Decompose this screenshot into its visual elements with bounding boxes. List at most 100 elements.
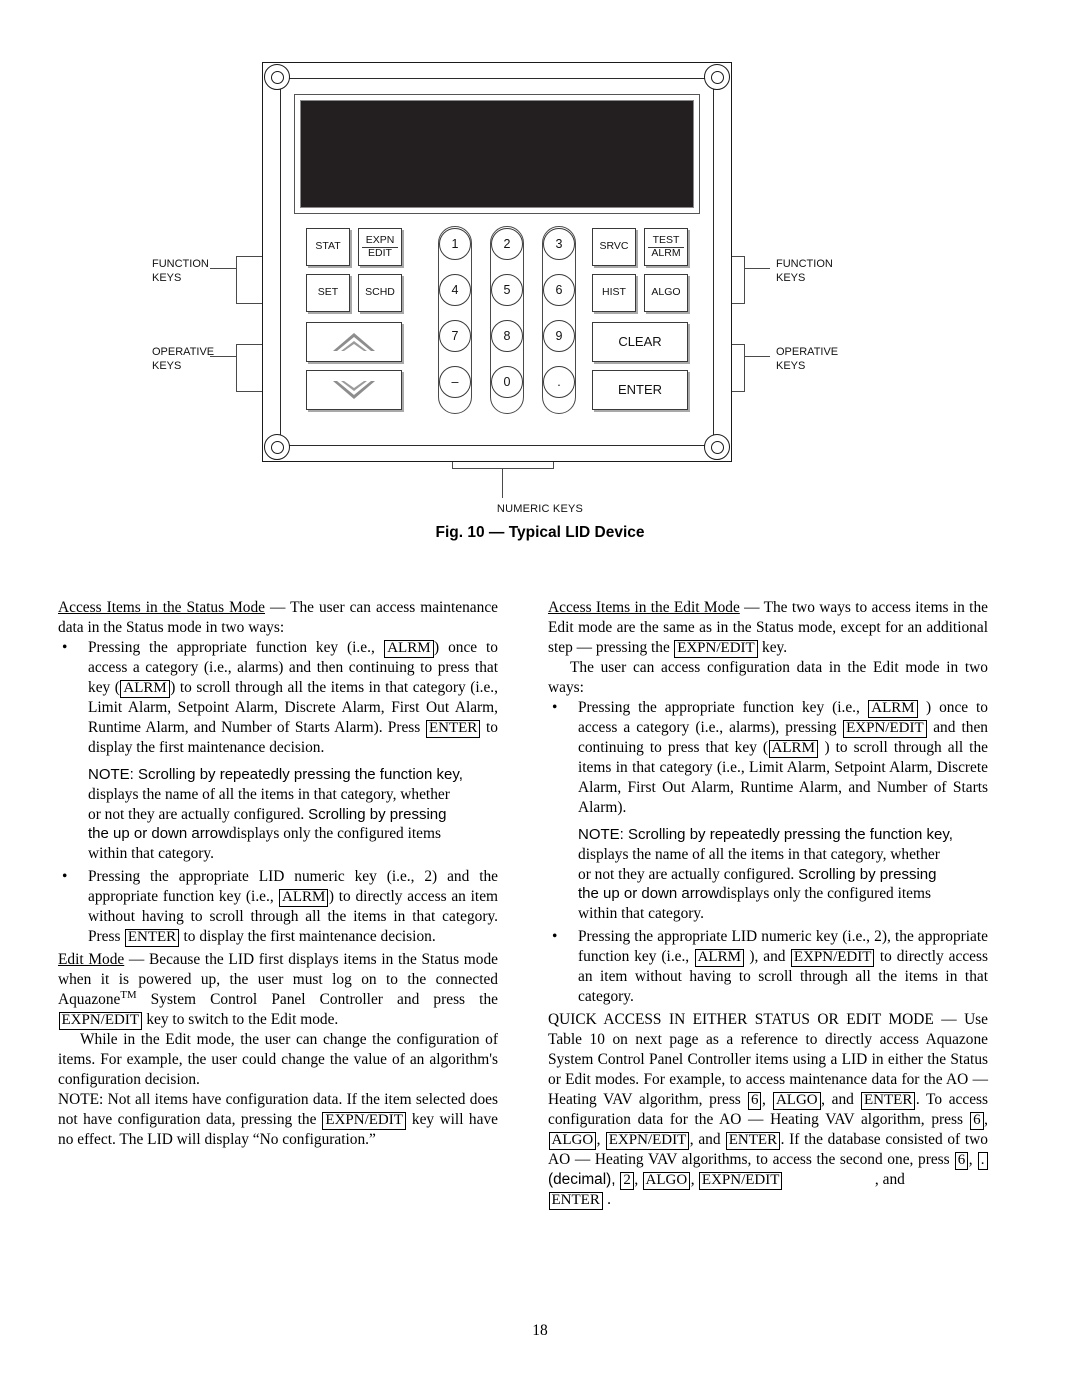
text-run: to display the first maintenance decisio… <box>179 927 436 945</box>
numeric-key-decimal[interactable]: . <box>543 366 575 398</box>
key-enter[interactable]: ENTER <box>592 370 688 410</box>
key-schd[interactable]: SCHD <box>358 274 402 312</box>
leader-line <box>744 344 746 392</box>
keybox-expn-edit[interactable]: EXPN/EDIT <box>674 640 758 658</box>
note-line: or not they are actually configured. <box>578 865 799 883</box>
keybox-expn-edit[interactable]: EXPN/EDIT <box>790 948 875 967</box>
bullet-marker: • <box>552 699 558 717</box>
text-run: , and <box>874 1170 905 1188</box>
numeric-key-6[interactable]: 6 <box>543 274 575 306</box>
keybox-enter[interactable]: ENTER <box>725 1131 781 1150</box>
key-down-arrow[interactable] <box>306 370 402 410</box>
keybox-algo[interactable]: ALGO <box>772 1091 821 1110</box>
note-line: displays only the configured items <box>228 825 441 843</box>
keybox-enter[interactable]: ENTER <box>124 928 180 947</box>
key-stat[interactable]: STAT <box>306 228 350 266</box>
figure-lid-device: FUNCTION KEYS OPERATIVE KEYS FUNCTION KE… <box>0 0 1080 560</box>
callout-function-keys-right: FUNCTION KEYS <box>776 258 833 284</box>
numeric-key-3[interactable]: 3 <box>543 228 575 260</box>
status-bullet-2: • Pressing the appropriate LID numeric k… <box>58 867 498 947</box>
text-run: Pressing the appropriate function key (i… <box>88 639 384 657</box>
note-line: within that category. <box>578 905 704 923</box>
right-column: Access Items in the Edit Mode — The two … <box>548 598 988 1210</box>
numeric-key-7[interactable]: 7 <box>439 320 471 352</box>
keybox-expn-edit[interactable]: EXPN/EDIT <box>322 1111 406 1130</box>
key-clear[interactable]: CLEAR <box>592 322 688 362</box>
keybox-alrm[interactable]: ALRM <box>694 948 744 967</box>
quick-access-paragraph: QUICK ACCESS IN EITHER STATUS OR EDIT MO… <box>548 1010 988 1210</box>
keybox-expn-edit[interactable]: EXPN/EDIT <box>843 720 927 738</box>
numeric-key-0[interactable]: 0 <box>491 366 523 398</box>
text-run: , <box>634 1170 643 1188</box>
status-bullet-1-text: Pressing the appropriate function key (i… <box>88 638 498 758</box>
keybox-alrm[interactable]: ALRM <box>278 888 329 907</box>
keybox-alrm[interactable]: ALRM <box>384 640 434 658</box>
bullet-marker: • <box>62 639 68 657</box>
key-up-arrow[interactable] <box>306 322 402 362</box>
key-alrm-label: ALRM <box>651 246 681 259</box>
keybox-6[interactable]: 6 <box>747 1091 762 1110</box>
keybox-alrm[interactable]: ALRM <box>768 740 818 758</box>
edit-mode-detail: While in the Edit mode, the user can cha… <box>58 1030 498 1088</box>
key-algo[interactable]: ALGO <box>644 274 688 312</box>
text-run: key. <box>758 639 788 657</box>
keybox-expn-edit[interactable]: EXPN/EDIT <box>605 1131 690 1150</box>
numeric-key-minus[interactable]: – <box>439 366 471 398</box>
numeric-key-5[interactable]: 5 <box>491 274 523 306</box>
figure-caption: Fig. 10 — Typical LID Device <box>435 524 645 541</box>
callout-operative-keys-right: OPERATIVE KEYS <box>776 346 839 372</box>
note-line: displays the name of all the items in th… <box>578 845 940 863</box>
keybox-2[interactable]: 2 <box>620 1171 634 1190</box>
numeric-key-8[interactable]: 8 <box>491 320 523 352</box>
edit-mode-note: NOTE: Not all items have configuration d… <box>58 1090 498 1150</box>
leader-line <box>744 256 746 304</box>
keybox-algo[interactable]: ALGO <box>548 1131 597 1150</box>
numeric-key-4[interactable]: 4 <box>439 274 471 306</box>
note-line: displays the name of all the items in th… <box>88 785 450 803</box>
numeric-key-2[interactable]: 2 <box>491 228 523 260</box>
bullet-marker: • <box>552 927 558 945</box>
numeric-key-9[interactable]: 9 <box>543 320 575 352</box>
keybox-expn-edit[interactable]: EXPN/EDIT <box>58 1011 142 1030</box>
note-line: the up or down arrow <box>88 825 229 843</box>
key-hist[interactable]: HIST <box>592 274 636 312</box>
leader-line <box>210 268 236 270</box>
edit-mode-paragraph: Edit Mode — Because the LID first displa… <box>58 950 498 1030</box>
edit-access-paragraph: Access Items in the Edit Mode — The two … <box>548 598 988 658</box>
key-edit-label: EDIT <box>368 246 392 259</box>
leader-line <box>744 268 770 270</box>
trademark-symbol: TM <box>120 988 137 1001</box>
status-note-1: NOTE: Scrolling by repeatedly pressing t… <box>58 765 498 864</box>
keybox-decimal[interactable]: . <box>977 1151 988 1170</box>
key-test-alrm[interactable]: TEST ALRM <box>644 228 688 266</box>
key-srvc[interactable]: SRVC <box>592 228 636 266</box>
key-test-label: TEST <box>647 235 685 248</box>
keybox-enter[interactable]: ENTER <box>548 1191 603 1210</box>
note-line: NOTE: Scrolling by repeatedly pressing t… <box>578 826 953 844</box>
text-run: , and <box>689 1130 726 1148</box>
edit-access-heading: Access Items in the Edit Mode <box>548 599 740 616</box>
keybox-alrm[interactable]: ALRM <box>868 700 918 718</box>
leader-line <box>210 356 236 358</box>
keybox-alrm[interactable]: ALRM <box>120 680 170 698</box>
keybox-enter[interactable]: ENTER <box>425 720 481 738</box>
keybox-algo[interactable]: ALGO <box>642 1171 691 1190</box>
note-line: Scrolling by pressing <box>308 805 447 823</box>
up-arrow-icon <box>333 333 375 351</box>
keybox-expn-edit[interactable]: EXPN/EDIT <box>698 1171 783 1190</box>
numeric-key-1[interactable]: 1 <box>439 228 471 260</box>
keybox-6[interactable]: 6 <box>954 1151 969 1170</box>
key-expn-edit[interactable]: EXPN EDIT <box>358 228 402 266</box>
body-columns: Access Items in the Status Mode — The us… <box>0 598 1080 1288</box>
lcd-display-screen <box>300 100 694 208</box>
status-bullet-1: • Pressing the appropriate function key … <box>58 638 498 758</box>
note-line: or not they are actually configured. <box>88 805 309 823</box>
text-run: , <box>596 1130 606 1148</box>
status-bullet-2-text: Pressing the appropriate LID numeric key… <box>88 867 498 947</box>
text-run: ), and <box>744 947 791 965</box>
edit-bullet-1: • Pressing the appropriate function key … <box>548 698 988 818</box>
screw-icon <box>264 64 290 90</box>
keybox-6[interactable]: 6 <box>970 1111 984 1130</box>
keybox-enter[interactable]: ENTER <box>861 1091 916 1110</box>
key-set[interactable]: SET <box>306 274 350 312</box>
